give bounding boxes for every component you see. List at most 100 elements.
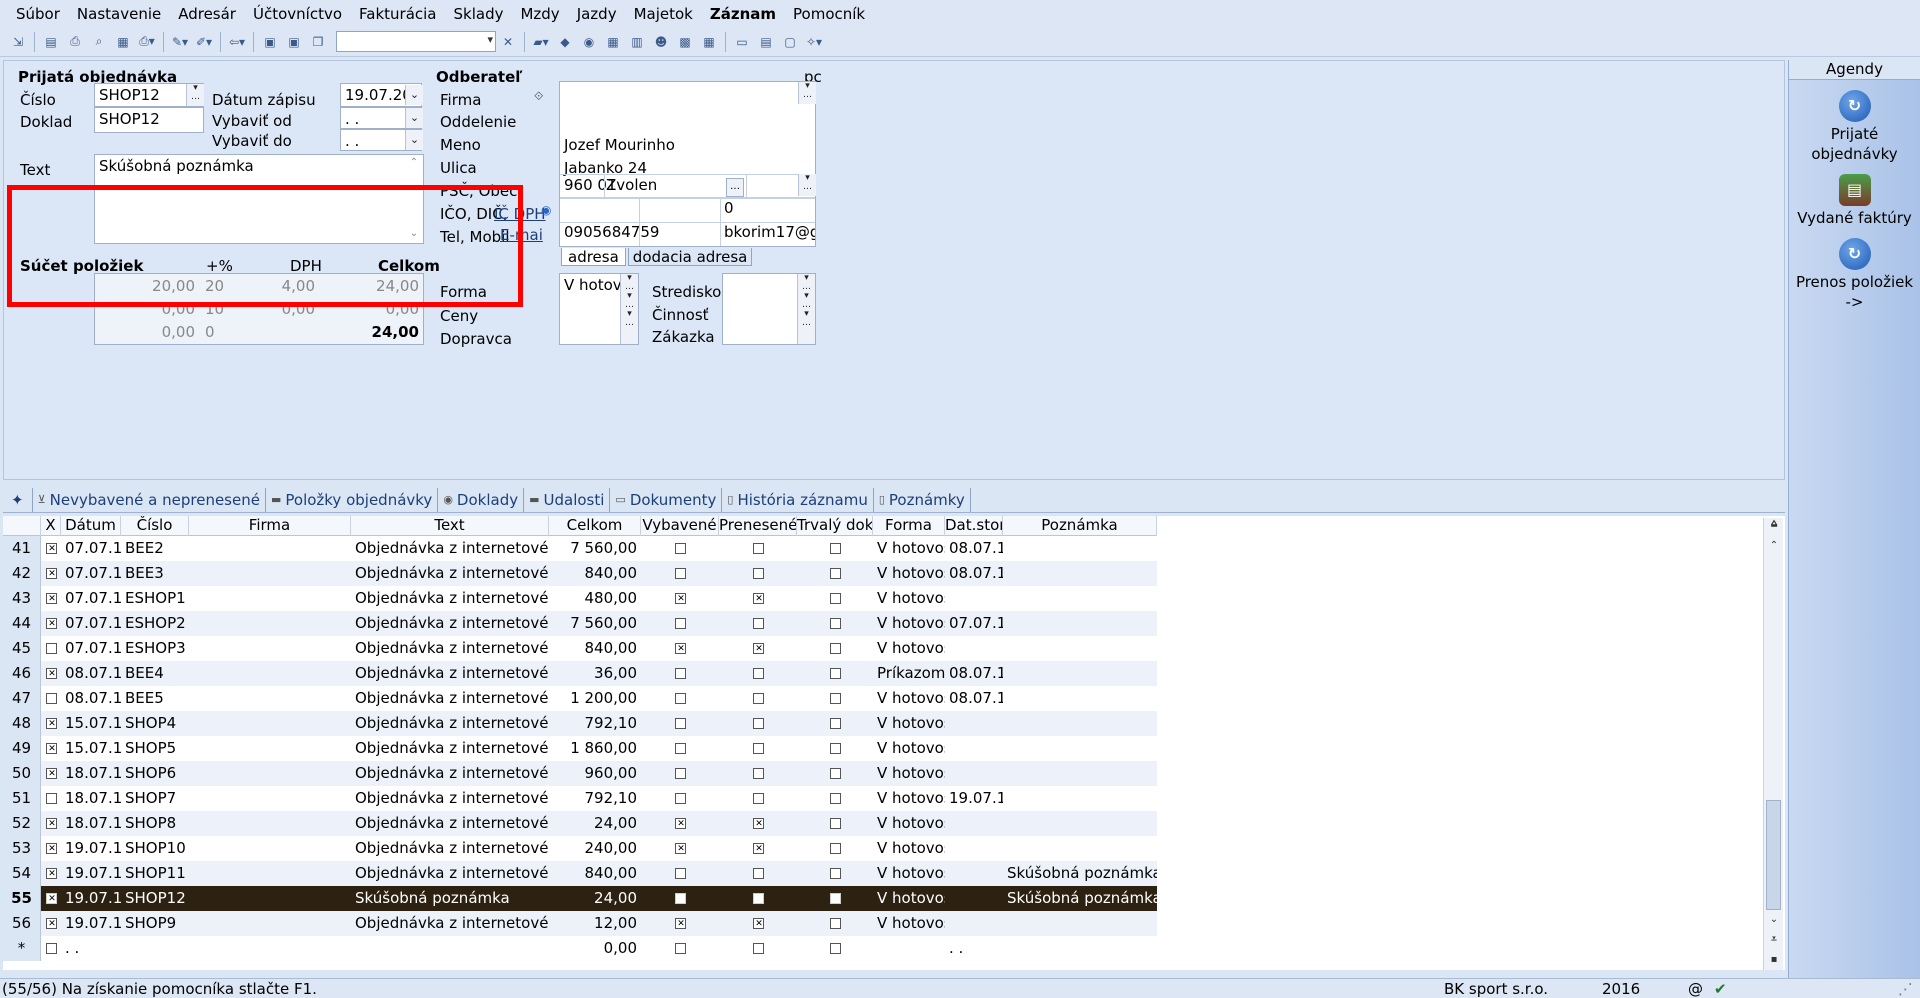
obec-spin[interactable]: ▾…	[798, 174, 816, 196]
checkbox[interactable]	[45, 843, 58, 855]
x-checkbox[interactable]	[41, 936, 61, 961]
clear-icon[interactable]: ✕	[499, 33, 517, 51]
table-row[interactable]: * . . 0,00 . .	[3, 936, 1157, 961]
trvaly-checkbox[interactable]	[797, 536, 873, 561]
checkbox[interactable]	[829, 793, 841, 804]
checkbox[interactable]	[829, 743, 841, 754]
print-icon[interactable]: ⎙	[66, 33, 84, 51]
vybavene-checkbox[interactable]	[641, 736, 719, 761]
datum-zapisu-dropdown-icon[interactable]: ⌄	[405, 85, 423, 105]
vybavene-checkbox[interactable]	[641, 536, 719, 561]
checkbox[interactable]	[45, 768, 58, 780]
table-row[interactable]: 45 07.07.16ESHOP3 Objednávka z internetové…	[3, 636, 1157, 661]
grid-header-cell[interactable]: Text	[351, 516, 549, 536]
prenesene-checkbox[interactable]	[719, 586, 797, 611]
table-row[interactable]: 53 19.07.16SHOP10 Objednávka z internetové…	[3, 836, 1157, 861]
window-icon[interactable]: ▭	[733, 33, 751, 51]
grid-header-cell[interactable]: Firma	[189, 516, 351, 536]
table-row[interactable]: 56 19.07.16SHOP9 Objednávka z internetovéh…	[3, 911, 1157, 936]
checkbox[interactable]	[752, 718, 764, 729]
x-checkbox[interactable]	[41, 636, 61, 661]
checkbox[interactable]	[674, 543, 686, 554]
calculator-icon[interactable]: ▦	[604, 33, 622, 51]
icdph-value[interactable]: 0	[724, 199, 734, 217]
menu-item[interactable]: Súbor	[16, 5, 60, 23]
vybavene-checkbox[interactable]	[641, 661, 719, 686]
firma-lookup-icon[interactable]: ⟐	[534, 89, 543, 104]
prenesene-checkbox[interactable]	[719, 861, 797, 886]
folder-icon[interactable]: ▰▾	[532, 33, 550, 51]
checkbox[interactable]	[829, 543, 841, 554]
text-scroll-up-icon[interactable]: ⌃	[406, 157, 422, 168]
vybavene-checkbox[interactable]	[641, 836, 719, 861]
checkbox[interactable]	[829, 568, 841, 579]
scroll-thumb[interactable]	[1766, 800, 1781, 910]
checkbox[interactable]	[674, 868, 686, 879]
window-list-icon[interactable]: ▤	[757, 33, 775, 51]
preview-icon[interactable]: ⌕	[90, 33, 108, 51]
table-row[interactable]: 4708.07.16BEE5Objednávka z internetového…	[3, 686, 1157, 711]
checkbox[interactable]	[829, 768, 841, 779]
checkbox[interactable]	[752, 893, 764, 904]
checkbox[interactable]	[45, 568, 58, 580]
menu-item[interactable]: Záznam	[710, 5, 776, 23]
checkbox[interactable]	[45, 793, 57, 804]
checkbox[interactable]	[45, 643, 57, 654]
grid-header-cell[interactable]: Trvalý doklad	[797, 516, 873, 536]
grid-header-cell[interactable]: Dátum	[61, 516, 121, 536]
checkbox[interactable]	[752, 768, 764, 779]
prenesene-checkbox[interactable]	[719, 636, 797, 661]
prenesene-checkbox[interactable]	[719, 686, 797, 711]
checkbox[interactable]	[752, 918, 765, 930]
grid-header-cell[interactable]: Číslo	[121, 516, 189, 536]
x-checkbox[interactable]	[41, 586, 61, 611]
checkbox[interactable]	[45, 718, 58, 730]
checkbox[interactable]	[674, 568, 686, 579]
checkbox[interactable]	[829, 693, 841, 704]
vybavene-checkbox[interactable]	[641, 636, 719, 661]
tab-dodacia-adresa[interactable]: dodacia adresa	[627, 248, 753, 266]
vybavene-checkbox[interactable]	[641, 686, 719, 711]
checkbox[interactable]	[674, 743, 686, 754]
vybavit-od-dropdown-icon[interactable]: ⌄	[405, 108, 423, 128]
checkbox[interactable]	[829, 893, 841, 904]
trvaly-checkbox[interactable]	[797, 786, 873, 811]
x-checkbox[interactable]	[41, 786, 61, 811]
checkbox[interactable]	[674, 893, 686, 904]
x-checkbox[interactable]	[41, 561, 61, 586]
prenesene-checkbox[interactable]	[719, 936, 797, 961]
checkbox[interactable]	[829, 843, 841, 854]
internet-icon[interactable]: ◉	[541, 203, 551, 217]
meno-value[interactable]: Jozef Mourinho	[564, 136, 675, 154]
users-icon[interactable]: ☻	[652, 33, 670, 51]
grid-header-cell[interactable]: Dat.storna	[945, 516, 1003, 536]
prenesene-checkbox[interactable]	[719, 886, 797, 911]
checkbox[interactable]	[752, 818, 765, 830]
checkbox[interactable]	[674, 643, 687, 655]
checkbox[interactable]	[829, 668, 841, 679]
back-icon[interactable]: ⇦▾	[228, 33, 246, 51]
checkbox[interactable]	[752, 793, 764, 804]
vybavene-checkbox[interactable]	[641, 861, 719, 886]
monitor-icon[interactable]: ▢	[781, 33, 799, 51]
checkbox[interactable]	[752, 843, 765, 855]
scroll-down-icon[interactable]: ⌄	[1764, 914, 1784, 925]
table-row[interactable]: 48 15.07.16SHOP4 Objednávka z internetovéh…	[3, 711, 1157, 736]
vybavene-checkbox[interactable]	[641, 936, 719, 961]
menu-item[interactable]: Sklady	[454, 5, 504, 23]
scroll-bottom-icon[interactable]: ⩡	[1764, 934, 1784, 945]
menu-item[interactable]: Účtovníctvo	[253, 5, 342, 23]
trvaly-checkbox[interactable]	[797, 886, 873, 911]
grid-header-corner[interactable]	[3, 516, 41, 536]
trvaly-checkbox[interactable]	[797, 636, 873, 661]
save-icon[interactable]: ▣	[261, 33, 279, 51]
prenesene-checkbox[interactable]	[719, 811, 797, 836]
obec-lookup-button[interactable]: …	[726, 178, 744, 197]
tab-poznamky[interactable]: ▯ Poznámky	[874, 487, 971, 512]
checkbox[interactable]	[829, 868, 841, 879]
checkbox[interactable]	[829, 918, 841, 929]
checkbox[interactable]	[674, 843, 687, 855]
grid-icon[interactable]: ▦	[700, 33, 718, 51]
trvaly-checkbox[interactable]	[797, 711, 873, 736]
vybavene-checkbox[interactable]	[641, 786, 719, 811]
